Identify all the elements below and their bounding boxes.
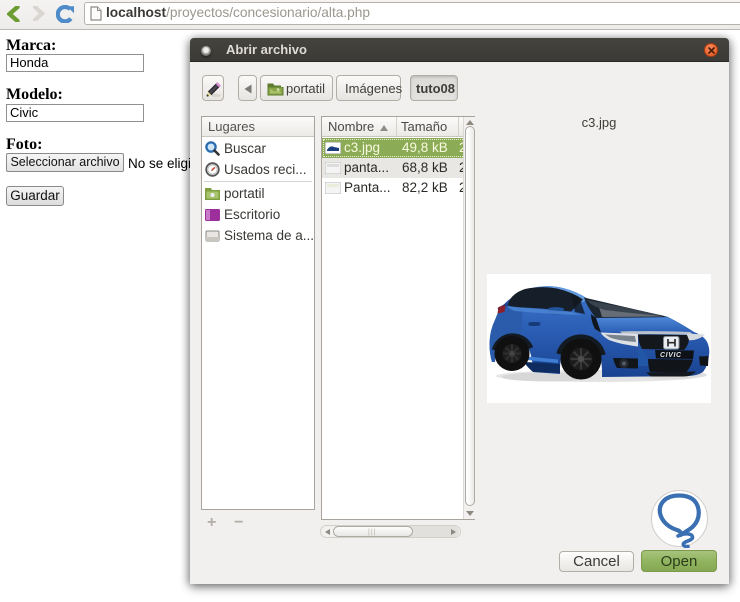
svg-text:CIVIC: CIVIC [660,352,682,359]
